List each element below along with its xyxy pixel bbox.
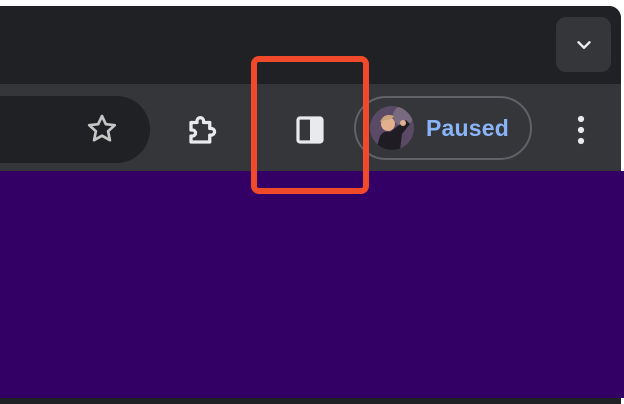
puzzle-icon (189, 116, 217, 144)
side-panel-button[interactable] (287, 107, 333, 153)
toolbar: Paused (0, 84, 621, 177)
bookmark-star-button[interactable] (80, 107, 124, 151)
tab-strip (0, 6, 621, 84)
three-dot-menu-icon (577, 115, 585, 145)
chrome-menu-button[interactable] (558, 107, 604, 153)
side-panel-icon (296, 116, 324, 144)
profile-button[interactable]: Paused (354, 96, 532, 160)
chevron-down-icon (576, 40, 591, 49)
star-icon (87, 114, 117, 142)
address-bar[interactable] (0, 96, 150, 163)
profile-status-label: Paused (426, 114, 510, 141)
tab-search-button[interactable] (556, 17, 611, 72)
page-content[interactable] (0, 171, 624, 398)
extensions-button[interactable] (180, 107, 226, 153)
avatar (370, 106, 414, 150)
